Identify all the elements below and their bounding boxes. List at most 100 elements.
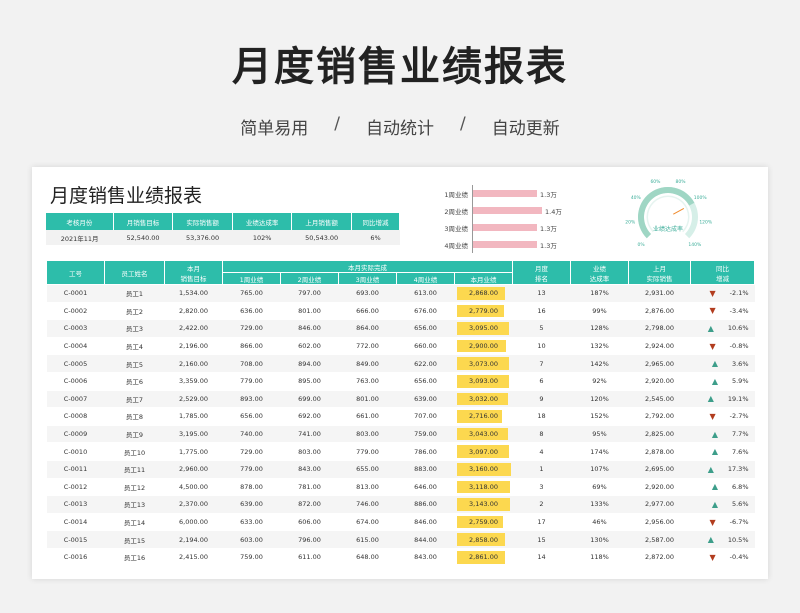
cell-w4[interactable]: 844.00 [396, 530, 455, 549]
cell-name[interactable]: 员工14 [104, 513, 165, 532]
cell-target[interactable]: 2,529.00 [164, 390, 223, 409]
cell-month[interactable]: 2,716.00 [454, 407, 513, 426]
cell-w1[interactable]: 708.00 [222, 354, 281, 373]
cell-rate[interactable]: 132% [570, 337, 629, 356]
cell-w4[interactable]: 759.00 [396, 425, 455, 444]
cell-name[interactable]: 员工3 [104, 319, 165, 338]
cell-w4[interactable]: 883.00 [396, 460, 455, 479]
cell-yoy[interactable]: ▲ 5.9% [690, 372, 755, 391]
cell-month[interactable]: 2,858.00 [454, 530, 513, 549]
cell-id[interactable]: C-0003 [46, 319, 105, 338]
cell-month[interactable]: 3,073.00 [454, 354, 513, 373]
cell-w1[interactable]: 603.00 [222, 530, 281, 549]
cell-last[interactable]: 2,931.00 [628, 284, 691, 303]
cell-w1[interactable]: 866.00 [222, 337, 281, 356]
cell-w1[interactable]: 878.00 [222, 478, 281, 497]
cell-rank[interactable]: 4 [512, 442, 571, 461]
cell-target[interactable]: 1,785.00 [164, 407, 223, 426]
cell-id[interactable]: C-0002 [46, 302, 105, 321]
cell-target[interactable]: 2,415.00 [164, 548, 223, 567]
cell-w2[interactable]: 843.00 [280, 460, 339, 479]
cell-w3[interactable]: 661.00 [338, 407, 397, 426]
cell-target[interactable]: 2,160.00 [164, 354, 223, 373]
cell-rate[interactable]: 46% [570, 513, 629, 532]
cell-rank[interactable]: 10 [512, 337, 571, 356]
cell-yoy[interactable]: ▼ -3.4% [690, 302, 755, 321]
cell-w2[interactable]: 602.00 [280, 337, 339, 356]
cell-month[interactable]: 3,143.00 [454, 495, 513, 514]
cell-id[interactable]: C-0012 [46, 478, 105, 497]
cell-name[interactable]: 员工4 [104, 337, 165, 356]
cell-w1[interactable]: 636.00 [222, 302, 281, 321]
cell-rank[interactable]: 7 [512, 354, 571, 373]
cell-w2[interactable]: 846.00 [280, 319, 339, 338]
cell-yoy[interactable]: ▲ 10.5% [690, 530, 755, 549]
cell-w1[interactable]: 765.00 [222, 284, 281, 303]
cell-yoy[interactable]: ▲ 3.6% [690, 354, 755, 373]
cell-rank[interactable]: 13 [512, 284, 571, 303]
cell-w4[interactable]: 639.00 [396, 390, 455, 409]
cell-w4[interactable]: 786.00 [396, 442, 455, 461]
cell-month[interactable]: 3,032.00 [454, 390, 513, 409]
cell-w3[interactable]: 693.00 [338, 284, 397, 303]
cell-target[interactable]: 1,534.00 [164, 284, 223, 303]
cell-w2[interactable]: 741.00 [280, 425, 339, 444]
cell-rate[interactable]: 142% [570, 354, 629, 373]
cell-month[interactable]: 2,861.00 [454, 548, 513, 567]
cell-id[interactable]: C-0005 [46, 354, 105, 373]
cell-w2[interactable]: 894.00 [280, 354, 339, 373]
cell-w1[interactable]: 656.00 [222, 407, 281, 426]
cell-id[interactable]: C-0008 [46, 407, 105, 426]
cell-target[interactable]: 4,500.00 [164, 478, 223, 497]
cell-w4[interactable]: 622.00 [396, 354, 455, 373]
cell-w2[interactable]: 781.00 [280, 478, 339, 497]
cell-w3[interactable]: 772.00 [338, 337, 397, 356]
cell-w2[interactable]: 796.00 [280, 530, 339, 549]
cell-yoy[interactable]: ▲ 7.6% [690, 442, 755, 461]
cell-target[interactable]: 2,820.00 [164, 302, 223, 321]
cell-rank[interactable]: 16 [512, 302, 571, 321]
cell-w1[interactable]: 779.00 [222, 372, 281, 391]
cell-month[interactable]: 2,779.00 [454, 302, 513, 321]
cell-w4[interactable]: 613.00 [396, 284, 455, 303]
cell-rank[interactable]: 5 [512, 319, 571, 338]
cell-yoy[interactable]: ▲ 19.1% [690, 390, 755, 409]
cell-w3[interactable]: 655.00 [338, 460, 397, 479]
cell-name[interactable]: 员工2 [104, 302, 165, 321]
cell-name[interactable]: 员工11 [104, 460, 165, 479]
cell-rank[interactable]: 1 [512, 460, 571, 479]
cell-w2[interactable]: 872.00 [280, 495, 339, 514]
cell-rate[interactable]: 120% [570, 390, 629, 409]
cell-last[interactable]: 2,920.00 [628, 372, 691, 391]
cell-name[interactable]: 员工15 [104, 530, 165, 549]
cell-rank[interactable]: 3 [512, 478, 571, 497]
cell-month[interactable]: 3,160.00 [454, 460, 513, 479]
cell-w4[interactable]: 656.00 [396, 319, 455, 338]
cell-w1[interactable]: 779.00 [222, 460, 281, 479]
cell-w3[interactable]: 666.00 [338, 302, 397, 321]
cell-name[interactable]: 员工16 [104, 548, 165, 567]
cell-rank[interactable]: 14 [512, 548, 571, 567]
cell-last[interactable]: 2,545.00 [628, 390, 691, 409]
cell-month[interactable]: 3,118.00 [454, 478, 513, 497]
cell-month[interactable]: 3,095.00 [454, 319, 513, 338]
cell-rate[interactable]: 118% [570, 548, 629, 567]
cell-last[interactable]: 2,956.00 [628, 513, 691, 532]
cell-rate[interactable]: 133% [570, 495, 629, 514]
cell-last[interactable]: 2,876.00 [628, 302, 691, 321]
cell-target[interactable]: 2,960.00 [164, 460, 223, 479]
cell-w2[interactable]: 611.00 [280, 548, 339, 567]
cell-w4[interactable]: 843.00 [396, 548, 455, 567]
cell-w3[interactable]: 864.00 [338, 319, 397, 338]
cell-w3[interactable]: 779.00 [338, 442, 397, 461]
cell-w3[interactable]: 763.00 [338, 372, 397, 391]
cell-month[interactable]: 3,043.00 [454, 425, 513, 444]
cell-last[interactable]: 2,965.00 [628, 354, 691, 373]
cell-target[interactable]: 3,359.00 [164, 372, 223, 391]
cell-rate[interactable]: 99% [570, 302, 629, 321]
cell-w1[interactable]: 740.00 [222, 425, 281, 444]
cell-rank[interactable]: 18 [512, 407, 571, 426]
cell-rank[interactable]: 8 [512, 425, 571, 444]
cell-rate[interactable]: 152% [570, 407, 629, 426]
cell-name[interactable]: 员工8 [104, 407, 165, 426]
